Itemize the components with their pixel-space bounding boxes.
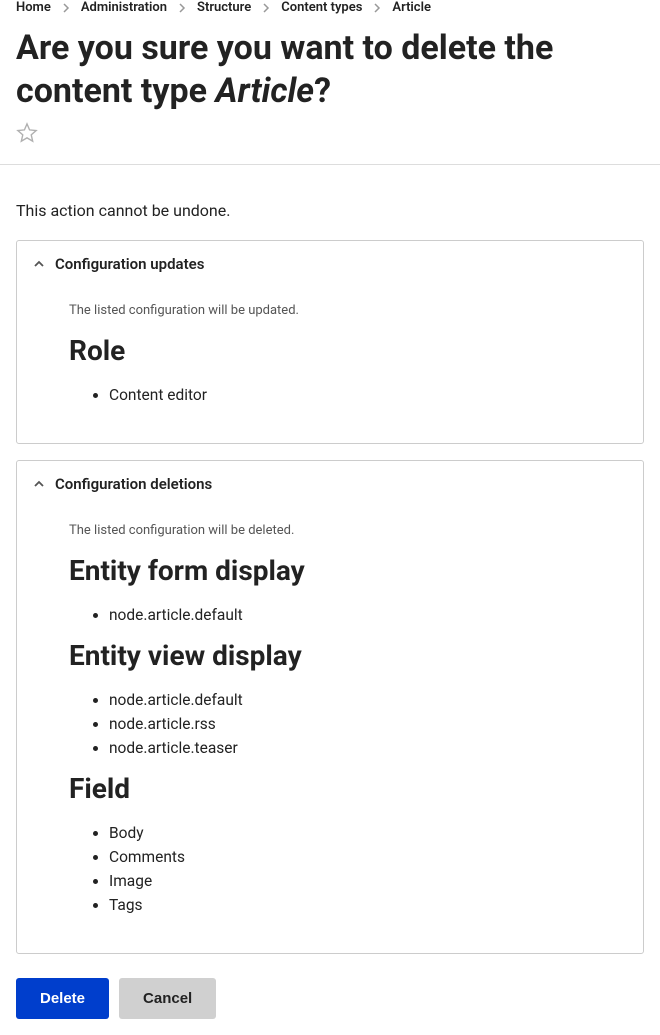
list-item: Body bbox=[109, 821, 627, 845]
panel-header-configuration-deletions[interactable]: Configuration deletions bbox=[17, 461, 643, 507]
breadcrumb-link-article[interactable]: Article bbox=[392, 0, 431, 15]
page-title-emphasized: Article bbox=[215, 71, 314, 111]
field-list: Body Comments Image Tags bbox=[69, 821, 627, 917]
entity-form-display-list: node.article.default bbox=[69, 603, 627, 627]
list-item: node.article.default bbox=[109, 603, 627, 627]
page-title-suffix: ? bbox=[314, 71, 331, 111]
chevron-up-icon bbox=[33, 258, 45, 270]
breadcrumb-link-structure[interactable]: Structure bbox=[197, 0, 251, 15]
star-outline-icon[interactable] bbox=[16, 122, 38, 144]
list-item: Image bbox=[109, 869, 627, 893]
panel-title: Configuration deletions bbox=[55, 475, 212, 493]
panel-header-configuration-updates[interactable]: Configuration updates bbox=[17, 241, 643, 287]
list-item: Tags bbox=[109, 893, 627, 917]
list-item: node.article.teaser bbox=[109, 736, 627, 760]
panel-description: The listed configuration will be updated… bbox=[69, 303, 627, 318]
panel-description: The listed configuration will be deleted… bbox=[69, 523, 627, 538]
breadcrumb-link-content-types[interactable]: Content types bbox=[281, 0, 362, 15]
section-heading-field: Field bbox=[69, 772, 627, 805]
list-item: node.article.rss bbox=[109, 712, 627, 736]
chevron-up-icon bbox=[33, 478, 45, 490]
breadcrumb: Home Administration Structure Content ty… bbox=[16, 0, 644, 15]
panel-title: Configuration updates bbox=[55, 255, 204, 273]
section-heading-entity-form-display: Entity form display bbox=[69, 554, 627, 587]
breadcrumb-link-home[interactable]: Home bbox=[16, 0, 51, 15]
panel-configuration-updates: Configuration updates The listed configu… bbox=[16, 240, 644, 444]
chevron-right-icon bbox=[372, 3, 382, 13]
role-list: Content editor bbox=[69, 383, 627, 407]
entity-view-display-list: node.article.default node.article.rss no… bbox=[69, 688, 627, 760]
chevron-right-icon bbox=[177, 3, 187, 13]
section-heading-entity-view-display: Entity view display bbox=[69, 639, 627, 672]
panel-configuration-deletions: Configuration deletions The listed confi… bbox=[16, 460, 644, 954]
chevron-right-icon bbox=[61, 3, 71, 13]
warning-text: This action cannot be undone. bbox=[16, 201, 644, 220]
list-item: Content editor bbox=[109, 383, 627, 407]
list-item: Comments bbox=[109, 845, 627, 869]
list-item: node.article.default bbox=[109, 688, 627, 712]
page-title: Are you sure you want to delete the cont… bbox=[16, 27, 644, 112]
chevron-right-icon bbox=[261, 3, 271, 13]
breadcrumb-link-administration[interactable]: Administration bbox=[81, 0, 167, 15]
section-heading-role: Role bbox=[69, 334, 627, 367]
